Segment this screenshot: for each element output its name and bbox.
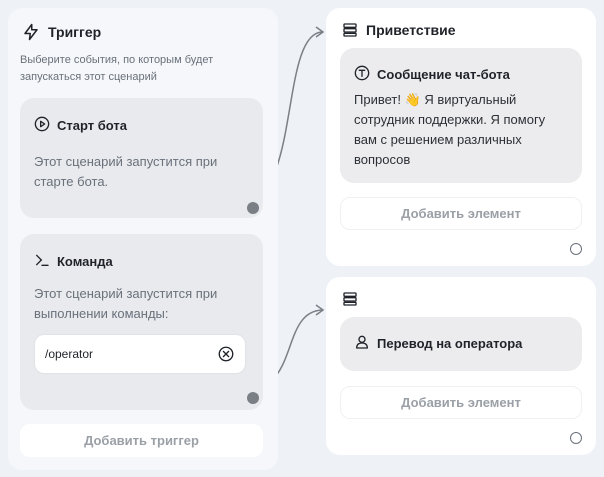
command-input[interactable]: /operator bbox=[34, 334, 246, 374]
operator-output-port[interactable] bbox=[570, 432, 582, 444]
add-trigger-button[interactable]: Добавить триггер bbox=[20, 424, 263, 457]
start-card-text: Этот сценарий запустится при старте бота… bbox=[34, 154, 218, 189]
play-circle-icon bbox=[34, 116, 50, 135]
command-card-label: Команда bbox=[57, 254, 113, 269]
command-output-port[interactable] bbox=[247, 392, 259, 404]
operator-transfer-label: Перевод на оператора bbox=[377, 336, 523, 351]
trigger-card-command[interactable]: Команда Этот сценарий запустится при вып… bbox=[20, 234, 263, 410]
bot-message-card[interactable]: Сообщение чат-бота Привет! 👋 Я виртуальн… bbox=[340, 48, 582, 183]
bot-message-text: Привет! 👋 Я виртуальный сотрудник поддер… bbox=[354, 92, 546, 167]
link-start-arrowhead bbox=[315, 26, 325, 38]
start-card-label: Старт бота bbox=[57, 118, 127, 133]
command-card-text: Этот сценарий запустится при выполнении … bbox=[34, 286, 218, 321]
trigger-title: Триггер bbox=[48, 24, 102, 40]
add-element-button[interactable]: Добавить элемент bbox=[340, 197, 582, 230]
start-card-title: Старт бота bbox=[34, 116, 127, 135]
start-output-port[interactable] bbox=[247, 202, 259, 214]
text-circle-icon bbox=[354, 65, 370, 84]
operator-node[interactable]: Перевод на оператора Добавить элемент bbox=[326, 277, 596, 455]
bot-message-label: Сообщение чат-бота bbox=[377, 67, 510, 82]
greeting-title: Приветствие bbox=[366, 22, 456, 38]
trigger-card-start[interactable]: Старт бота Этот сценарий запустится при … bbox=[20, 98, 263, 218]
operator-transfer-card[interactable]: Перевод на оператора bbox=[340, 317, 582, 371]
trigger-header: Триггер bbox=[22, 23, 101, 41]
lightning-icon bbox=[22, 23, 40, 41]
command-input-value[interactable]: /operator bbox=[45, 347, 93, 361]
greeting-output-port[interactable] bbox=[570, 243, 582, 255]
greeting-node[interactable]: Приветствие Сообщение чат-бота Привет! 👋… bbox=[326, 8, 596, 266]
link-command-arrowhead bbox=[315, 304, 325, 316]
terminal-icon bbox=[34, 252, 50, 271]
stack-icon bbox=[342, 291, 358, 307]
trigger-description: Выберите события, по которым будет запус… bbox=[20, 54, 214, 83]
operator-transfer-title: Перевод на оператора bbox=[354, 334, 522, 353]
operator-header bbox=[342, 291, 358, 307]
add-element-button[interactable]: Добавить элемент bbox=[340, 386, 582, 419]
clear-icon[interactable] bbox=[217, 345, 235, 363]
stack-icon bbox=[342, 22, 358, 38]
user-icon bbox=[354, 334, 370, 353]
trigger-panel: Триггер Выберите события, по которым буд… bbox=[8, 8, 278, 470]
greeting-header: Приветствие bbox=[342, 22, 456, 38]
command-card-title: Команда bbox=[34, 252, 113, 271]
bot-message-title: Сообщение чат-бота bbox=[354, 65, 510, 84]
